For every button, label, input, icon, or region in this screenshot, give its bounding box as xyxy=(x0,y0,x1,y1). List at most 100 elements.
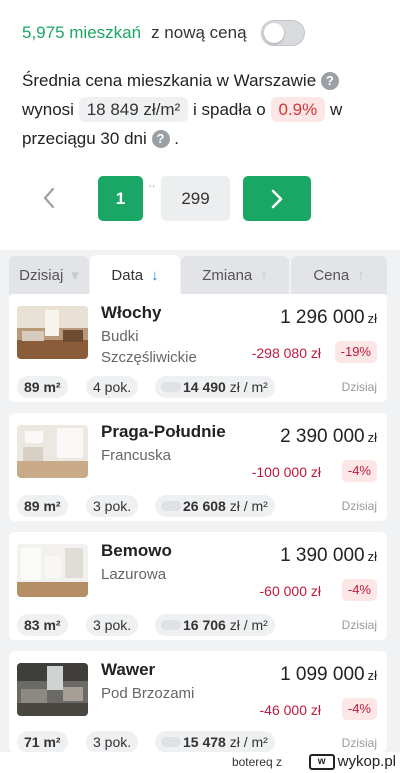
listing-price-change: -298 080 zł xyxy=(251,345,321,361)
price-value: 1 099 000 xyxy=(280,664,365,685)
page-ellipsis: .. xyxy=(148,176,156,190)
ppm-unit: zł / m² xyxy=(229,379,268,395)
listing-price-per-m2: 15 478 zł / m² xyxy=(155,731,275,753)
listing-street: Francuska xyxy=(101,447,172,464)
price-currency: zł xyxy=(367,549,377,564)
listing-price-per-m2: 26 608 zł / m² xyxy=(155,495,275,517)
listing-area: 89 m² xyxy=(17,495,68,517)
tab-label: Data xyxy=(111,266,144,284)
help-icon[interactable]: ? xyxy=(151,130,170,148)
new-price-count: 5,975 mieszkań xyxy=(22,22,142,42)
price-value: 2 390 000 xyxy=(280,426,365,447)
wykop-logo-icon: w xyxy=(308,753,335,770)
listing-photo xyxy=(17,306,88,359)
watermark-bar: botereq z w wykop.pl xyxy=(0,752,400,773)
summary-line-2: wynosi 18 849 zł/m² i spadła o 0.9% w xyxy=(22,95,378,124)
listing-street: Lazurowa xyxy=(101,566,167,583)
listing-price-per-m2: 14 490 zł / m² xyxy=(155,376,275,398)
blurred-placeholder xyxy=(161,501,181,511)
listing-area: 83 m² xyxy=(17,614,68,636)
price-drop-badge: 0.9% xyxy=(270,97,326,122)
listing-district: Praga-Południe xyxy=(101,422,226,441)
page-last-button[interactable]: 299 xyxy=(161,176,230,221)
app-screen: 5,975 mieszkań z nową ceną Średnia cena … xyxy=(0,0,400,773)
blurred-placeholder xyxy=(161,620,181,630)
area-value: 71 m² xyxy=(24,734,61,750)
tab-change[interactable]: Zmiana ↑ xyxy=(181,256,289,294)
new-price-toggle[interactable] xyxy=(260,19,305,46)
tab-today[interactable]: Dzisiaj ▾ xyxy=(9,256,89,294)
area-value: 89 m² xyxy=(24,498,61,514)
toggle-knob xyxy=(263,22,284,43)
arrow-down-icon: ↓ xyxy=(151,266,159,284)
tab-label: Zmiana xyxy=(202,266,253,284)
listing-photo xyxy=(17,544,88,597)
area-value: 83 m² xyxy=(24,617,61,633)
listing-area: 71 m² xyxy=(17,731,68,753)
price-currency: zł xyxy=(367,311,377,326)
price-value: 1 390 000 xyxy=(280,545,365,566)
listing-card[interactable]: Włochy Budki Szczęśliwickie 1 296 000 zł … xyxy=(9,294,387,402)
listing-photo xyxy=(17,663,88,716)
listing-change-percent: -4% xyxy=(341,698,377,720)
listing-date: Dzisiaj xyxy=(341,380,377,394)
listing-area: 89 m² xyxy=(17,376,68,398)
ppm-value: 15 478 xyxy=(183,734,226,750)
ppm-unit: zł / m² xyxy=(229,617,268,633)
listing-price-change: -60 000 zł xyxy=(259,583,321,599)
summary-period: przeciągu 30 dni xyxy=(22,129,147,148)
listing-card[interactable]: Bemowo Lazurowa 1 390 000 zł -60 000 zł -… xyxy=(9,532,387,640)
ppm-unit: zł / m² xyxy=(229,734,268,750)
listing-date: Dzisiaj xyxy=(341,618,377,632)
price-value: 1 296 000 xyxy=(280,307,365,328)
listing-card[interactable]: Wawer Pod Brzozami 1 099 000 zł -46 000 z… xyxy=(9,651,387,753)
listing-price: 1 099 000 zł xyxy=(280,664,377,686)
listing-price-per-m2: 16 706 zł / m² xyxy=(155,614,275,636)
blurred-placeholder xyxy=(161,382,181,392)
listing-date: Dzisiaj xyxy=(341,499,377,513)
listing-rooms: 4 pok. xyxy=(86,376,139,398)
tab-label: Cena xyxy=(313,266,350,284)
listing-price-change: -46 000 zł xyxy=(259,702,321,718)
listing-card[interactable]: Praga-Południe Francuska 2 390 000 zł -10… xyxy=(9,413,387,521)
price-currency: zł xyxy=(367,668,377,683)
summary-line-1: Średnia cena mieszkania w Warszawie ? xyxy=(22,66,378,95)
help-icon[interactable]: ? xyxy=(320,72,339,90)
listing-price-change: -100 000 zł xyxy=(251,464,321,480)
author-name: botereq xyxy=(231,755,273,769)
wykop-logo: w wykop.pl xyxy=(308,753,396,770)
listing-rooms: 3 pok. xyxy=(86,731,139,753)
ppm-value: 14 490 xyxy=(183,379,226,395)
pagination: 1 .. 299 xyxy=(0,158,400,250)
summary-wynosi: wynosi xyxy=(22,100,74,119)
tab-label: Dzisiaj xyxy=(19,266,64,284)
new-price-label: z nową ceną xyxy=(151,22,247,42)
summary-period-end: . xyxy=(174,129,179,148)
chevron-down-icon: ▾ xyxy=(71,267,79,284)
price-currency: zł xyxy=(367,430,377,445)
logo-text: wykop.pl xyxy=(337,753,396,770)
tab-date[interactable]: Data ↓ xyxy=(90,255,180,295)
listing-district: Bemowo xyxy=(101,541,172,560)
listing-price: 1 296 000 zł xyxy=(280,307,377,329)
listing-price: 2 390 000 zł xyxy=(280,426,377,448)
tab-price[interactable]: Cena ↑ xyxy=(291,256,387,294)
ppm-value: 26 608 xyxy=(183,498,226,514)
author-via: z xyxy=(276,755,282,769)
page-current-button[interactable]: 1 xyxy=(98,176,143,221)
next-page-button[interactable] xyxy=(243,176,311,221)
sort-tabs: Dzisiaj ▾ Data ↓ Zmiana ↑ Cena ↑ xyxy=(0,250,400,295)
summary-fell: i spadła o xyxy=(192,100,266,119)
listing-rooms: 3 pok. xyxy=(86,495,139,517)
price-summary: Średnia cena mieszkania w Warszawie ? wy… xyxy=(0,52,400,158)
average-price-badge: 18 849 zł/m² xyxy=(78,97,189,122)
author-credit: botereq z xyxy=(232,755,282,769)
area-value: 89 m² xyxy=(24,379,61,395)
summary-line-3: przeciągu 30 dni ? . xyxy=(22,124,378,153)
listing-district: Włochy xyxy=(101,303,162,322)
chevron-left-icon[interactable] xyxy=(36,181,62,215)
listing-photo xyxy=(17,425,88,478)
summary-in: w xyxy=(329,100,343,119)
arrow-up-icon: ↑ xyxy=(260,266,268,284)
listing-street: Pod Brzozami xyxy=(101,685,195,702)
